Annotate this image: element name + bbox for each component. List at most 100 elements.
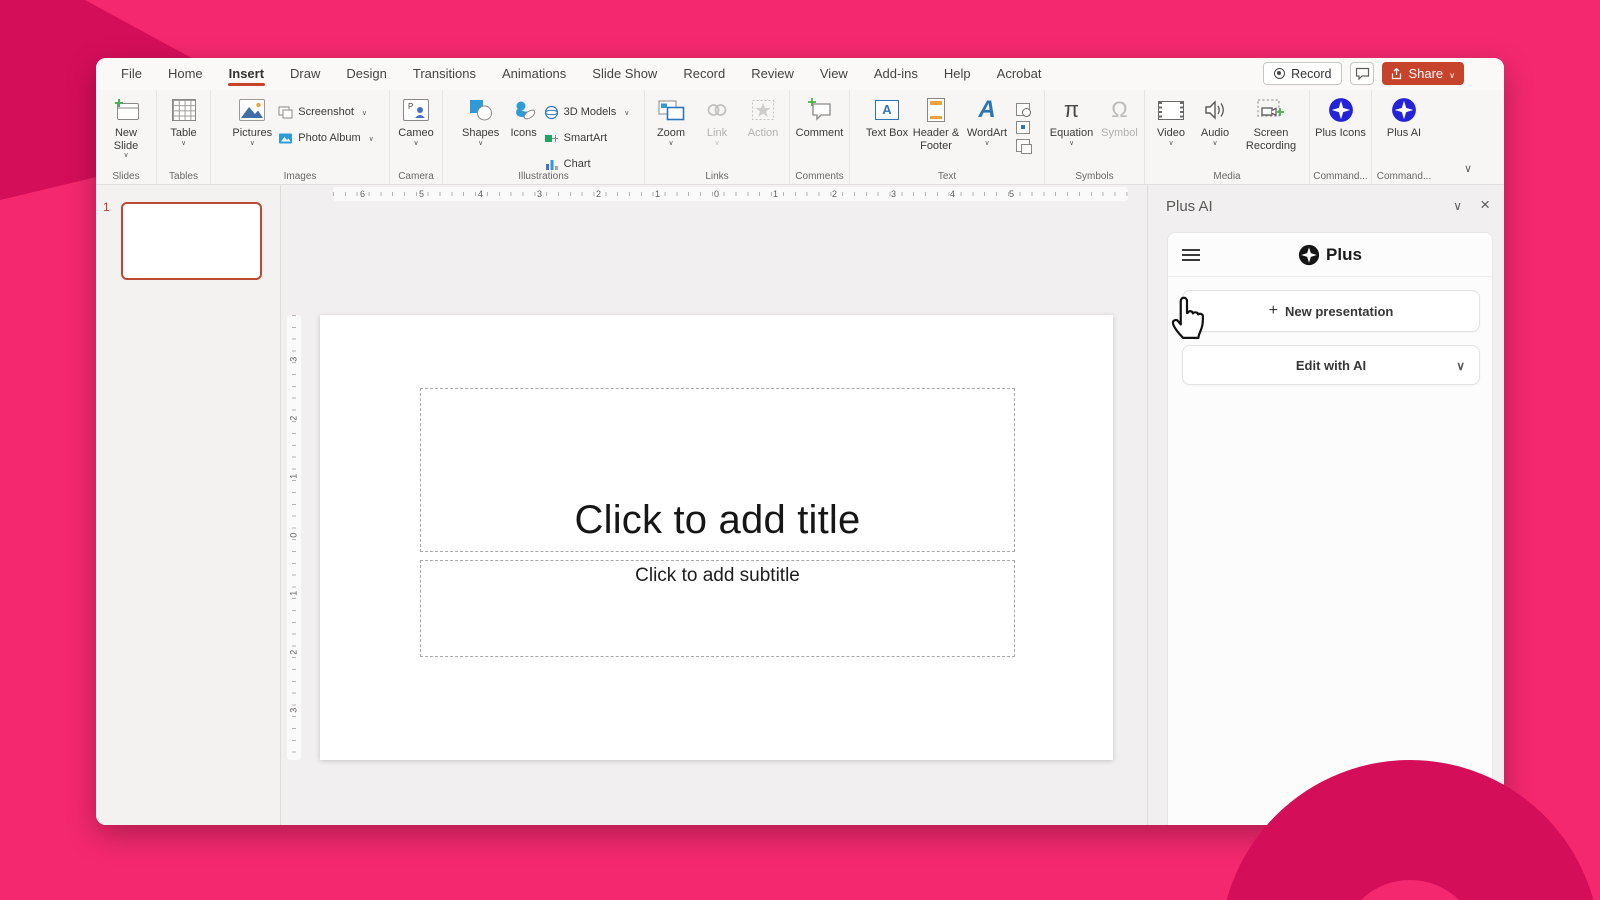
table-button[interactable]: Table bbox=[161, 95, 207, 148]
equation-button[interactable]: Equation bbox=[1047, 95, 1097, 148]
menu-item-design[interactable]: Design bbox=[333, 58, 399, 90]
shapes-button[interactable]: Shapes bbox=[458, 95, 504, 148]
date-time-button[interactable] bbox=[1016, 103, 1030, 116]
slide-number: 1 bbox=[103, 200, 110, 214]
menu-item-review[interactable]: Review bbox=[738, 58, 807, 90]
menu-bar: File Home Insert Draw Design Transitions… bbox=[96, 58, 1504, 90]
slide-canvas[interactable]: Click to add title Click to add subtitle bbox=[320, 315, 1113, 760]
screenshot-button[interactable]: Screenshot bbox=[278, 102, 374, 122]
task-pane-chevron-down-icon[interactable] bbox=[1453, 197, 1462, 215]
vertical-ruler-numbers: 321 012 3 bbox=[287, 330, 301, 740]
comment-button[interactable]: Comment bbox=[793, 95, 847, 140]
menu-item-draw[interactable]: Draw bbox=[277, 58, 333, 90]
menu-item-animations[interactable]: Animations bbox=[489, 58, 579, 90]
table-label: Table bbox=[170, 127, 196, 140]
smartart-button[interactable]: SmartArt bbox=[544, 128, 630, 148]
screenshot-caret-icon bbox=[359, 106, 367, 118]
pictures-button[interactable]: Pictures bbox=[226, 95, 278, 148]
text-box-icon bbox=[875, 100, 899, 120]
menu-item-insert[interactable]: Insert bbox=[216, 58, 277, 90]
menu-item-acrobat[interactable]: Acrobat bbox=[984, 58, 1055, 90]
cameo-icon: P bbox=[403, 99, 429, 121]
zoom-slides-icon bbox=[658, 100, 685, 121]
icons-button[interactable]: Icons bbox=[504, 95, 544, 140]
menu-item-home[interactable]: Home bbox=[155, 58, 216, 90]
ribbon-group-label: Links bbox=[645, 171, 789, 182]
video-icon bbox=[1158, 101, 1184, 120]
ribbon-group-comments: Comment Comments bbox=[790, 90, 850, 184]
wordart-button[interactable]: WordArt bbox=[962, 95, 1012, 148]
collapse-ribbon-icon[interactable] bbox=[1464, 162, 1472, 175]
menu-item-help[interactable]: Help bbox=[931, 58, 984, 90]
audio-button[interactable]: Audio bbox=[1193, 95, 1237, 148]
equation-label: Equation bbox=[1050, 127, 1093, 140]
video-button[interactable]: Video bbox=[1149, 95, 1193, 148]
header-footer-button[interactable]: Header & Footer bbox=[910, 95, 962, 152]
wordart-icon bbox=[978, 96, 995, 124]
plus-icons-button[interactable]: Plus Icons bbox=[1315, 95, 1367, 140]
record-button[interactable]: Record bbox=[1263, 62, 1342, 85]
pictures-icon bbox=[239, 99, 265, 121]
plus-ai-card-header: Plus bbox=[1168, 233, 1492, 277]
plus-ai-button[interactable]: Plus AI bbox=[1378, 95, 1430, 140]
link-caret-icon bbox=[714, 140, 719, 148]
plus-ai-label: Plus AI bbox=[1387, 127, 1421, 140]
slide-number-button[interactable] bbox=[1016, 121, 1030, 134]
menu-item-transitions[interactable]: Transitions bbox=[400, 58, 489, 90]
action-label: Action bbox=[748, 127, 779, 140]
symbol-label: Symbol bbox=[1101, 127, 1138, 140]
ribbon-group-label: Command... bbox=[1372, 171, 1436, 182]
slide-thumbnail[interactable] bbox=[121, 202, 262, 280]
header-footer-icon bbox=[927, 98, 945, 122]
ribbon-group-label: Slides bbox=[96, 171, 156, 182]
ribbon-group-slides: New Slide Slides bbox=[96, 90, 157, 184]
plus-sign-icon bbox=[1269, 302, 1278, 320]
3d-models-button[interactable]: 3D Models bbox=[544, 102, 630, 122]
ribbon-group-label: Symbols bbox=[1045, 171, 1144, 182]
menu-item-add-ins[interactable]: Add-ins bbox=[861, 58, 931, 90]
menu-item-slide-show[interactable]: Slide Show bbox=[579, 58, 670, 90]
photo-album-button[interactable]: Photo Album bbox=[278, 128, 374, 148]
new-presentation-button[interactable]: New presentation bbox=[1182, 290, 1480, 332]
smartart-label: SmartArt bbox=[564, 132, 607, 144]
zoom-button[interactable]: Zoom bbox=[648, 95, 694, 148]
ribbon-group-media: Video Audio bbox=[1145, 90, 1310, 184]
plus-icons-icon bbox=[1328, 97, 1354, 123]
cameo-button[interactable]: P Cameo bbox=[393, 95, 439, 148]
title-placeholder[interactable]: Click to add title bbox=[420, 388, 1015, 552]
video-label: Video bbox=[1157, 127, 1185, 140]
edit-with-ai-label: Edit with AI bbox=[1296, 358, 1366, 373]
shapes-caret-icon bbox=[478, 140, 483, 148]
zoom-label: Zoom bbox=[657, 127, 685, 140]
new-slide-button[interactable]: New Slide bbox=[103, 95, 149, 160]
menu-item-record[interactable]: Record bbox=[670, 58, 738, 90]
link-icon bbox=[705, 100, 729, 120]
cameo-caret-icon bbox=[413, 140, 418, 148]
share-icon bbox=[1391, 68, 1402, 80]
share-dropdown-caret-icon bbox=[1449, 66, 1455, 81]
ribbon-group-illustrations: Shapes Icons bbox=[443, 90, 645, 184]
3d-models-label: 3D Models bbox=[564, 106, 617, 118]
photo-album-icon bbox=[278, 132, 293, 145]
ribbon-group-links: Zoom Link bbox=[645, 90, 790, 184]
subtitle-placeholder[interactable]: Click to add subtitle bbox=[420, 560, 1015, 657]
hamburger-menu-icon[interactable] bbox=[1182, 249, 1200, 261]
text-box-button[interactable]: Text Box bbox=[864, 95, 910, 140]
share-button[interactable]: Share bbox=[1382, 62, 1464, 85]
task-pane-close-icon[interactable] bbox=[1480, 197, 1490, 215]
comment-label: Comment bbox=[796, 127, 844, 140]
comments-button[interactable] bbox=[1350, 62, 1374, 85]
screen-recording-button[interactable]: Screen Recording bbox=[1237, 95, 1305, 152]
zoom-caret-icon bbox=[668, 140, 673, 148]
ribbon-group-tables: Table Tables bbox=[157, 90, 211, 184]
ribbon-group-label: Camera bbox=[390, 171, 442, 182]
photo-album-label: Photo Album bbox=[298, 132, 360, 144]
subtitle-placeholder-text: Click to add subtitle bbox=[635, 565, 800, 587]
plus-ai-icon bbox=[1391, 97, 1417, 123]
edit-with-ai-button[interactable]: Edit with AI bbox=[1182, 345, 1480, 385]
menu-item-view[interactable]: View bbox=[807, 58, 861, 90]
object-button[interactable] bbox=[1016, 139, 1030, 152]
3d-models-caret-icon bbox=[621, 106, 629, 118]
menu-item-file[interactable]: File bbox=[108, 58, 155, 90]
link-label: Link bbox=[707, 127, 727, 140]
